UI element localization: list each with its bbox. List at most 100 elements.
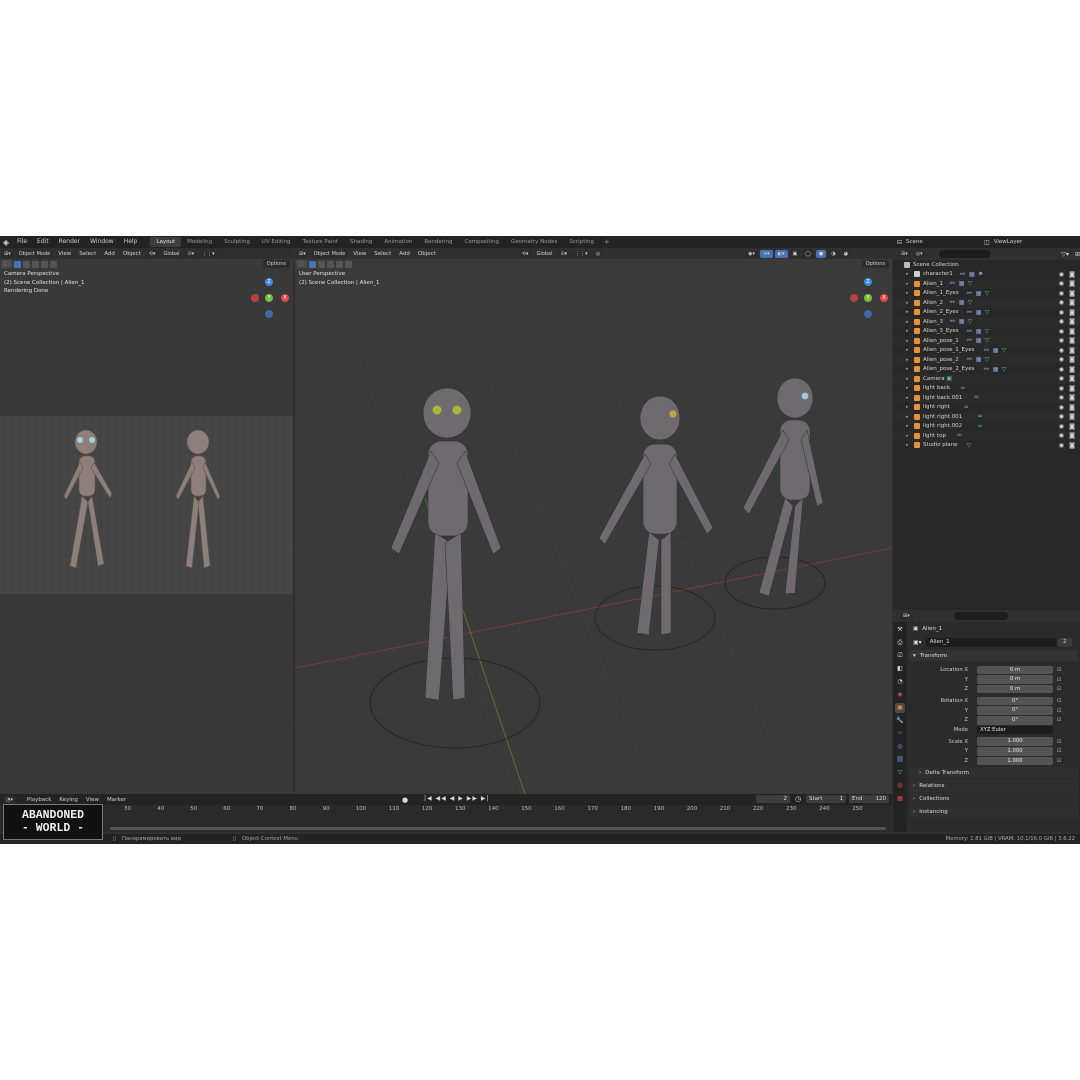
user-count-badge[interactable]: 2 bbox=[1057, 637, 1072, 647]
select-mode-intersect-icon[interactable] bbox=[49, 260, 57, 268]
gizmo-neg-x-axis[interactable] bbox=[850, 294, 858, 302]
outliner-row[interactable]: ♒ ▸ light back ◉ ◙ bbox=[893, 384, 1080, 394]
modifier-icon[interactable]: ⚑ bbox=[978, 271, 983, 278]
eye-icon[interactable]: ◉ bbox=[1059, 318, 1064, 325]
render-tab-icon[interactable]: ⎙ bbox=[895, 638, 905, 648]
menu-select[interactable]: Select bbox=[75, 251, 100, 257]
menu-keying[interactable]: Keying bbox=[55, 797, 81, 803]
gizmo-z-axis[interactable]: Z bbox=[265, 278, 273, 286]
select-mode-intersect-icon[interactable] bbox=[344, 260, 352, 268]
modifier-icon[interactable]: ▦ bbox=[976, 328, 982, 335]
object-tab-icon[interactable]: ▣ bbox=[895, 703, 905, 713]
physics-tab-icon[interactable]: ◎ bbox=[895, 742, 905, 752]
scale-x-field[interactable]: 1.000 bbox=[977, 737, 1053, 746]
render-camera-icon[interactable]: ◙ bbox=[1069, 347, 1075, 354]
outliner-row[interactable]: ⚯ ▦ ▽ ▸ Alien_1 ◉ ◙ bbox=[893, 279, 1080, 289]
select-mode-subtract-icon[interactable] bbox=[326, 260, 334, 268]
object-mode-dropdown[interactable]: Object Mode bbox=[15, 249, 54, 258]
eye-icon[interactable]: ◉ bbox=[1059, 309, 1064, 316]
modifier-icon[interactable]: ⚯ bbox=[960, 271, 965, 278]
eye-icon[interactable]: ◉ bbox=[1059, 375, 1064, 382]
overlay-toggle-icon[interactable]: ◐▾ bbox=[774, 249, 788, 258]
render-camera-icon[interactable]: ◙ bbox=[1069, 309, 1075, 316]
menu-playback[interactable]: Playback bbox=[23, 797, 56, 803]
outliner-row[interactable]: ⚯ ▦ ▽ ▸ Alien_2_Eyes ◉ ◙ bbox=[893, 308, 1080, 318]
lock-icon[interactable]: ⊡ bbox=[1057, 667, 1061, 673]
modifier-icon[interactable]: ♒ bbox=[977, 423, 982, 430]
render-camera-icon[interactable]: ◙ bbox=[1069, 328, 1075, 335]
outliner-row[interactable]: ⚯ ▦ ▽ ▸ Alien_3_Eyes ◉ ◙ bbox=[893, 327, 1080, 337]
outliner-row[interactable]: ♒ ▸ light top ◉ ◙ bbox=[893, 431, 1080, 441]
expand-arrow-icon[interactable]: ▸ bbox=[906, 271, 909, 277]
playback-controls[interactable]: |◀ ◀◀ ◀ ▶ ▶▶ ▶| bbox=[424, 795, 490, 802]
properties-editor[interactable]: ⊞▾ ⚒ ⎙ ⎚ ◧ ◔ ◉ ▣ 🔧 ⁘ ◎ ⛓ ▽ ◍ ▦ ▣ Alien_1… bbox=[893, 610, 1080, 832]
modifier-icon[interactable]: ▦ bbox=[959, 280, 965, 287]
new-collection-icon[interactable]: ⊞ bbox=[1075, 251, 1080, 258]
object-name-field[interactable]: Alien_1 bbox=[925, 637, 1056, 647]
eye-icon[interactable]: ◉ bbox=[1059, 432, 1064, 439]
tab-texture-paint[interactable]: Texture Paint bbox=[297, 237, 345, 247]
outliner-row[interactable]: ⚯ ▦ ▽ ▸ Alien_pose_2_Eyes ◉ ◙ bbox=[893, 365, 1080, 375]
outliner-row[interactable]: ♒ ▸ light right.002 ◉ ◙ bbox=[893, 422, 1080, 432]
gizmo-x-axis[interactable]: X bbox=[281, 294, 289, 302]
eye-icon[interactable]: ◉ bbox=[1059, 423, 1064, 430]
modifier-icon[interactable]: ▽ bbox=[985, 328, 990, 335]
render-camera-icon[interactable]: ◙ bbox=[1069, 290, 1075, 297]
eye-icon[interactable]: ◉ bbox=[1059, 394, 1064, 401]
shading-material-icon[interactable]: ◑ bbox=[828, 249, 839, 258]
modifier-icon[interactable]: ▽ bbox=[968, 299, 973, 306]
gizmo-y-axis[interactable]: Y bbox=[864, 294, 872, 302]
modifier-icon[interactable]: ⚯ bbox=[967, 356, 972, 363]
gizmo-y-axis[interactable]: Y bbox=[265, 294, 273, 302]
select-mode-extend-icon[interactable] bbox=[317, 260, 325, 268]
modifier-icon[interactable]: ▦ bbox=[959, 318, 965, 325]
outliner-row[interactable]: ⚯ ▦ ▽ ▸ Alien_pose_1 ◉ ◙ bbox=[893, 336, 1080, 346]
scene-collection-row[interactable]: Scene Collection bbox=[893, 260, 1080, 270]
gizmo-neg-z-axis[interactable] bbox=[265, 310, 273, 318]
render-camera-icon[interactable]: ◙ bbox=[1069, 394, 1075, 401]
render-camera-icon[interactable]: ◙ bbox=[1069, 385, 1075, 392]
modifier-icon[interactable]: ▦ bbox=[976, 309, 982, 316]
modifier-tab-icon[interactable]: 🔧 bbox=[895, 716, 905, 726]
menu-object[interactable]: Object bbox=[414, 251, 440, 257]
shading-rendered-icon[interactable]: ◕ bbox=[840, 249, 851, 258]
modifier-icon[interactable]: ▣ bbox=[946, 375, 952, 382]
particles-tab-icon[interactable]: ⁘ bbox=[895, 729, 905, 739]
tab-modeling[interactable]: Modeling bbox=[181, 237, 218, 247]
snap-icon[interactable]: ⋮⋮▾ bbox=[199, 249, 218, 258]
texture-tab-icon[interactable]: ▦ bbox=[895, 794, 905, 804]
filter-icon[interactable]: ▽▾ bbox=[1061, 251, 1069, 258]
output-tab-icon[interactable]: ⎚ bbox=[895, 651, 905, 661]
scene-tab-icon[interactable]: ◔ bbox=[895, 677, 905, 687]
expand-arrow-icon[interactable]: ▸ bbox=[906, 328, 909, 334]
expand-arrow-icon[interactable]: ▸ bbox=[906, 347, 909, 353]
outliner-row[interactable]: ▽ ▸ Studio plane ◉ ◙ bbox=[893, 441, 1080, 451]
outliner-row[interactable]: ⚯ ▦ ▽ ▸ Alien_3 ◉ ◙ bbox=[893, 317, 1080, 327]
expand-arrow-icon[interactable]: ▸ bbox=[906, 395, 909, 401]
render-camera-icon[interactable]: ◙ bbox=[1069, 318, 1075, 325]
transform-panel-header[interactable]: ▾ Transform bbox=[909, 650, 1078, 661]
select-mode-subtract-icon[interactable] bbox=[31, 260, 39, 268]
pivot-icon[interactable]: ⊙▾ bbox=[184, 249, 198, 258]
render-camera-icon[interactable]: ◙ bbox=[1069, 413, 1075, 420]
editor-type-button[interactable]: ⊞▾ bbox=[898, 250, 911, 258]
clock-icon[interactable]: ◷ bbox=[795, 795, 801, 803]
gizmo-neg-z-axis[interactable] bbox=[864, 310, 872, 318]
timeline[interactable]: ◔▾ Playback Keying View Marker ● |◀ ◀◀ ◀… bbox=[0, 794, 892, 832]
expand-arrow-icon[interactable]: ▸ bbox=[906, 385, 909, 391]
menu-select[interactable]: Select bbox=[370, 251, 395, 257]
modifier-icon[interactable]: ▽ bbox=[985, 309, 990, 316]
expand-arrow-icon[interactable]: ▸ bbox=[906, 442, 909, 448]
expand-arrow-icon[interactable]: ▸ bbox=[906, 309, 909, 315]
data-tab-icon[interactable]: ▽ bbox=[895, 768, 905, 778]
expand-arrow-icon[interactable]: ▸ bbox=[906, 319, 909, 325]
menu-object[interactable]: Object bbox=[119, 251, 145, 257]
scale-z-field[interactable]: 1.000 bbox=[977, 756, 1053, 766]
scale-y-field[interactable]: 1.000 bbox=[977, 747, 1053, 756]
eye-icon[interactable]: ◉ bbox=[1059, 337, 1064, 344]
menu-render[interactable]: Render bbox=[54, 236, 85, 248]
select-mode-extend-icon[interactable] bbox=[22, 260, 30, 268]
modifier-icon[interactable]: ♒ bbox=[957, 432, 962, 439]
view-layer-tab-icon[interactable]: ◧ bbox=[895, 664, 905, 674]
delta-transform-panel-header[interactable]: › Delta Transform bbox=[909, 766, 1078, 779]
